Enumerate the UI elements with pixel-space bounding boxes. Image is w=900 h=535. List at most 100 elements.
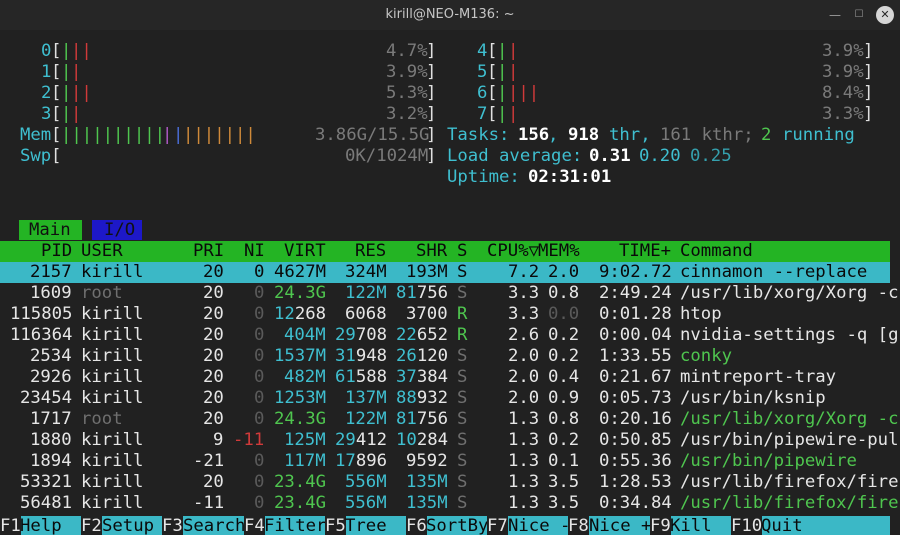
column-header-mem: MEM%	[538, 241, 580, 261]
process-user: kirill	[81, 346, 144, 366]
process-s: S	[457, 472, 468, 492]
fkey-f1[interactable]: F1	[0, 516, 21, 535]
process-cpu: 1.3	[508, 472, 540, 492]
cpu-meter-bar: |	[61, 83, 72, 103]
kthreads-count: 161 kthr;	[660, 125, 754, 145]
meter-bracket: ]	[426, 104, 437, 124]
cpu-meter-label: 1	[41, 62, 52, 82]
fkey-f8[interactable]: F8	[568, 516, 589, 535]
process-pid: 2926	[30, 367, 72, 387]
tab-main[interactable]: Main	[19, 220, 82, 240]
process-row[interactable]: 1894 kirill -21 0 117M 17896 9592 S 1.3 0.1 0:55.3…	[0, 451, 890, 472]
cpu-meter-bar: |	[497, 41, 508, 61]
fkey-f7[interactable]: F7	[487, 516, 508, 535]
close-icon[interactable]: ✕	[876, 6, 894, 24]
fkey-f6[interactable]: F6	[406, 516, 427, 535]
minimize-icon[interactable]: —	[826, 6, 844, 24]
fkey-label-help[interactable]: Help	[20, 516, 62, 535]
process-row[interactable]: 23454 kirill 20 0 1253M 137M 88932 S 2.0 0.9 0:05.…	[0, 388, 890, 409]
cpu-meter-value: 3.3%	[822, 104, 864, 124]
fkey-f10[interactable]: F10	[731, 516, 763, 535]
process-row[interactable]: 56481 kirill -11 0 23.4G 556M 135M S 1.3 3.5 0:34.…	[0, 493, 899, 514]
process-pri: 20	[203, 346, 224, 366]
process-mem: 2.0	[548, 262, 580, 282]
process-user: root	[81, 409, 123, 429]
process-mem: 0.4	[548, 367, 580, 387]
process-pid: 56481	[20, 493, 73, 513]
process-pri: -21	[193, 451, 225, 471]
cpu-meter-bar: |	[497, 83, 508, 103]
process-ni: -11	[233, 430, 265, 450]
process-mem: 0.0	[548, 304, 580, 324]
process-shr: 9592	[406, 451, 448, 471]
process-row[interactable]: 53321 kirill 20 0 23.4G 556M 135M S 1.3 3.5 1:28.5…	[0, 472, 899, 493]
fkey-label-kill[interactable]: Kill	[670, 516, 712, 535]
process-row[interactable]: 2534 kirill 20 0 1537M 31948 26120 S 2.0 0.2 1:33.…	[0, 346, 890, 367]
fkey-label-tree[interactable]: Tree	[345, 516, 387, 535]
maximize-icon[interactable]: ☐	[850, 6, 868, 24]
process-cpu: 1.3	[508, 430, 540, 450]
cpu-meter-label: 2	[41, 83, 52, 103]
process-virt: 24.3G	[274, 283, 327, 303]
fkey-label-filter[interactable]: Filter	[264, 516, 326, 535]
process-pid: 1880	[30, 430, 72, 450]
process-row[interactable]: 2926 kirill 20 0 482M 61588 37384 S 2.0 0.4 0:21.6…	[0, 367, 890, 388]
process-command: /usr/lib/xorg/Xorg -c	[680, 409, 899, 429]
mem-meter-label: Mem	[20, 125, 52, 145]
uptime-value: 02:31:01	[528, 167, 612, 187]
fkey-label-nice[interactable]: Nice +	[589, 516, 651, 535]
process-cpu: 1.3	[508, 493, 540, 513]
load-5min: 0.20	[639, 146, 681, 166]
process-virt: 404M	[284, 325, 326, 345]
column-header-pri: PRI	[193, 241, 225, 261]
fkey-f3[interactable]: F3	[162, 516, 183, 535]
column-header-virt: VIRT	[284, 241, 326, 261]
process-row[interactable]: 1880 kirill 9 -11 125M 29412 10284 S 1.3 0.2 0:50.…	[0, 430, 899, 451]
process-virt: 482M	[284, 367, 326, 387]
cpu-meter-label: 0	[41, 41, 52, 61]
process-pid: 2157	[30, 262, 72, 282]
load-15min: 0.25	[690, 146, 732, 166]
fkey-label-nice[interactable]: Nice -	[508, 516, 570, 535]
process-time: 0:50.85	[599, 430, 672, 450]
meter-bracket: ]	[863, 83, 874, 103]
process-shr: 193M	[406, 262, 448, 282]
process-virt: 23.4G	[274, 493, 327, 513]
process-virt: 23.4G	[274, 472, 327, 492]
process-row[interactable]: 115805 kirill 20 0 12268 6068 3700 R 3.3 0.0 0:01.…	[0, 304, 890, 325]
fkey-f9[interactable]: F9	[650, 516, 671, 535]
column-header-row[interactable]: PID USER PRI NI VIRT RES SHR S CPU%▽ MEM% TIME+ Com…	[0, 241, 890, 262]
process-virt: 4627M	[274, 262, 327, 282]
process-pri: 20	[203, 367, 224, 387]
fkey-f2[interactable]: F2	[81, 516, 102, 535]
tab-io[interactable]: I/O	[92, 220, 142, 240]
selected-process-row[interactable]: 2157 kirill 20 0 4627M 324M 193M S 7.2 2.0 9:02.72…	[0, 262, 890, 283]
process-cpu: 3.3	[508, 304, 540, 324]
process-ni: 0	[254, 493, 265, 513]
fkey-f5[interactable]: F5	[325, 516, 346, 535]
process-cpu: 1.3	[508, 451, 540, 471]
process-s: S	[457, 262, 468, 282]
column-header-cpu: CPU%▽	[487, 241, 540, 261]
process-s: S	[457, 388, 468, 408]
process-res: 31948	[335, 346, 388, 366]
threads-label: thr,	[609, 125, 651, 145]
meter-bracket: ]	[426, 125, 437, 145]
process-row[interactable]: 116364 kirill 20 0 404M 29708 22652 R 2.6 0.2 0:00…	[0, 325, 899, 346]
fkey-f4[interactable]: F4	[244, 516, 265, 535]
column-header-pid: PID	[41, 241, 73, 261]
process-ni: 0	[254, 388, 265, 408]
process-row[interactable]: 1717 root 20 0 24.3G 122M 81756 S 1.3 0.8 0:20.16 /…	[0, 409, 899, 430]
fkey-label-search[interactable]: Search	[183, 516, 245, 535]
process-res: 324M	[345, 262, 387, 282]
cpu-meter-bar: |	[61, 104, 72, 124]
process-row[interactable]: 1609 root 20 0 24.3G 122M 81756 S 3.3 0.8 2:49.24 /…	[0, 283, 899, 304]
process-command: /usr/bin/ksnip	[680, 388, 826, 408]
process-pid: 1894	[30, 451, 72, 471]
title-bar[interactable]: kirill@NEO-M136: ~ — ☐ ✕	[0, 0, 900, 30]
htop-terminal[interactable]: Main I/O PID USER PRI NI VIRT RES SHR S CPU%▽ MEM…	[0, 30, 900, 535]
process-ni: 0	[254, 367, 265, 387]
fkey-label-setup[interactable]: Setup	[102, 516, 154, 535]
fkey-label-quit[interactable]: Quit	[761, 516, 803, 535]
fkey-label-sortby[interactable]: SortBy	[426, 516, 488, 535]
